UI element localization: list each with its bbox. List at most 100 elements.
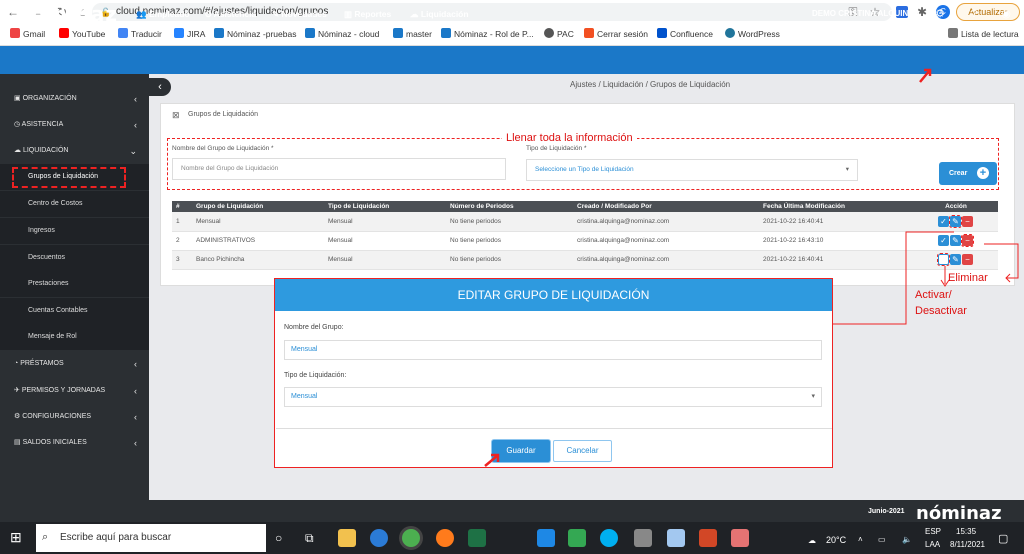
- user-name[interactable]: DEMO CRISTINA ALQUINGA: [812, 9, 920, 18]
- bookmark-youtube[interactable]: YouTube: [59, 28, 105, 40]
- powerpoint-icon[interactable]: [699, 529, 717, 547]
- drive-icon[interactable]: [568, 529, 586, 547]
- settings-icon[interactable]: ⚙: [932, 6, 948, 22]
- bookmark-translate[interactable]: Traducir: [118, 28, 162, 40]
- task-view-icon[interactable]: ⧉: [305, 531, 314, 546]
- bookmark-cerrar-sesion[interactable]: Cerrar sesión: [584, 28, 648, 40]
- cancel-button[interactable]: Cancelar: [553, 440, 612, 462]
- liquidation-type-select[interactable]: Seleccione un Tipo de Liquidación ▾: [526, 159, 858, 181]
- sidebar-collapse-button[interactable]: ‹: [149, 78, 171, 96]
- sidebar-item-saldos[interactable]: ▤ SALDOS INICIALES ‹: [0, 430, 149, 456]
- cell-index: 1: [172, 212, 192, 232]
- app-header: [0, 46, 1024, 74]
- col-periods[interactable]: Número de Periodos: [446, 201, 573, 212]
- breadcrumb: Ajustes / Liquidación / Grupos de Liquid…: [570, 80, 731, 89]
- bookmark-master[interactable]: master: [393, 28, 432, 40]
- cell-group: ADMINISTRATIVOS: [192, 231, 324, 251]
- tray-chevron-icon[interactable]: ˄: [858, 535, 863, 544]
- modal-type-select[interactable]: Mensual ▾: [284, 387, 822, 407]
- calculator-icon[interactable]: [537, 529, 555, 547]
- sidebar-item-prestamos[interactable]: ◔ PRÉSTAMOS ‹: [0, 351, 149, 377]
- sidebar-sub-descuentos[interactable]: Descuentos: [0, 245, 149, 271]
- account-icon[interactable]: ◉: [998, 6, 1014, 22]
- sidebar-item-organizacion[interactable]: ▣ ORGANIZACIÓN ‹: [0, 86, 149, 112]
- col-group[interactable]: Grupo de Liquidación: [192, 201, 324, 212]
- nav-asistencia[interactable]: ⏲ Asistencia: [205, 9, 256, 20]
- col-date[interactable]: Fecha Última Modificación: [759, 201, 914, 212]
- bookmark-gmail[interactable]: Gmail: [10, 28, 45, 40]
- windows-start-icon[interactable]: ⊞: [10, 529, 22, 546]
- bookmark-nominaz-cloud[interactable]: Nóminaz - cloud: [305, 28, 379, 40]
- modal-title: EDITAR GRUPO DE LIQUIDACIÓN: [275, 279, 832, 311]
- bookmark-jira[interactable]: JIRA: [174, 28, 205, 40]
- sidebar-item-permisos[interactable]: ✈ PERMISOS Y JORNADAS ‹: [0, 378, 149, 404]
- cell-index: 2: [172, 231, 192, 251]
- bookmark-confluence[interactable]: Confluence: [657, 28, 713, 40]
- col-created-by[interactable]: Creado / Modificado Por: [573, 201, 759, 212]
- chrome-icon[interactable]: [402, 529, 420, 547]
- firefox-icon[interactable]: [436, 529, 454, 547]
- sidebar-sub-centro-costos[interactable]: Centro de Costos: [0, 191, 149, 217]
- chevron-down-icon: ▾: [811, 393, 815, 400]
- panel-title: Grupos de Liquidación: [188, 111, 259, 118]
- sidebar-footer: [0, 500, 149, 522]
- bookmark-pac[interactable]: PAC: [544, 28, 574, 40]
- chevron-down-icon: ▾: [845, 166, 849, 173]
- create-button[interactable]: Crear +: [939, 162, 997, 185]
- cell-type: Mensual: [324, 212, 446, 232]
- network-icon[interactable]: ▭: [878, 535, 886, 544]
- nav-empleado[interactable]: 👥 Empleado: [136, 9, 190, 20]
- volume-icon[interactable]: 🔈: [902, 535, 912, 544]
- footer-date: Junio-2021: [868, 508, 905, 515]
- sidebar-item-configuraciones[interactable]: ⚙ CONFIGURACIONES ‹: [0, 404, 149, 430]
- clock-date[interactable]: 8/11/2021: [950, 540, 985, 549]
- nav-novedades[interactable]: ✎ Novedades: [272, 9, 327, 20]
- reading-list[interactable]: Lista de lectura: [948, 28, 1019, 40]
- cell-index: 3: [172, 250, 192, 270]
- modal-name-input[interactable]: Mensual: [284, 340, 822, 360]
- liquidation-type-label: Tipo de Liquidación *: [526, 145, 587, 152]
- bookmark-wordpress[interactable]: WordPress: [725, 28, 780, 40]
- edit-icon[interactable]: ✎: [949, 214, 962, 228]
- bookmark-nominaz-pruebas[interactable]: Nóminaz -pruebas: [214, 28, 296, 40]
- edge-icon[interactable]: [370, 529, 388, 547]
- delete-icon[interactable]: −: [962, 215, 973, 227]
- annotation-arrow-settings: [919, 68, 932, 83]
- cell-created-by: cristina.alquinga@nominaz.com: [573, 231, 759, 251]
- nav-reportes[interactable]: ▥ Reportes: [344, 9, 391, 20]
- annotation-activar: Activar/: [915, 289, 952, 301]
- notepad-icon[interactable]: [667, 529, 685, 547]
- group-name-input[interactable]: Nombre del Grupo de Liquidación: [172, 158, 506, 180]
- excel-icon[interactable]: [468, 529, 486, 547]
- skype-icon[interactable]: [600, 529, 618, 547]
- sidebar-sub-prestaciones[interactable]: Prestaciones: [0, 271, 149, 297]
- app-logo[interactable]: nóminaz: [16, 2, 118, 26]
- paint-icon[interactable]: [634, 529, 652, 547]
- sidebar-sub-ingresos[interactable]: Ingresos: [0, 218, 149, 244]
- help-icon[interactable]: ?: [966, 6, 982, 22]
- sidebar-item-liquidacion[interactable]: ☁ LIQUIDACIÓN ⌄: [0, 138, 149, 164]
- sidebar-sub-mensaje[interactable]: Mensaje de Rol: [0, 324, 149, 350]
- file-explorer-icon[interactable]: [338, 529, 356, 547]
- clock-time[interactable]: 15:35: [956, 527, 976, 536]
- snipping-icon[interactable]: [731, 529, 749, 547]
- active-checkbox-icon[interactable]: ✓: [938, 215, 949, 227]
- cell-periods: No tiene periodos: [446, 231, 573, 251]
- group-name-label: Nombre del Grupo de Liquidación *: [172, 145, 274, 152]
- cortana-icon[interactable]: ○: [275, 531, 282, 545]
- temperature[interactable]: 20°C: [826, 535, 846, 545]
- search-icon: ⌕: [42, 531, 49, 543]
- taskbar-search-input[interactable]: Escribe aquí para buscar: [36, 524, 266, 552]
- col-type[interactable]: Tipo de Liquidación: [324, 201, 446, 212]
- col-index[interactable]: #: [172, 201, 192, 212]
- weather-icon[interactable]: ☁: [808, 536, 816, 545]
- sidebar-item-asistencia[interactable]: ◷ ASISTENCIA ‹: [0, 112, 149, 138]
- nav-liquidacion[interactable]: ☁ Liquidación: [410, 9, 469, 20]
- cell-created-by: cristina.alquinga@nominaz.com: [573, 212, 759, 232]
- sidebar-sub-cuentas[interactable]: Cuentas Contables: [0, 298, 149, 324]
- lang-laa[interactable]: LAA: [925, 540, 940, 549]
- cell-group: Banco Pichincha: [192, 250, 324, 270]
- bookmark-rol[interactable]: Nóminaz - Rol de P...: [441, 28, 534, 40]
- notification-icon[interactable]: ▢: [998, 532, 1008, 545]
- lang-esp[interactable]: ESP: [925, 527, 941, 536]
